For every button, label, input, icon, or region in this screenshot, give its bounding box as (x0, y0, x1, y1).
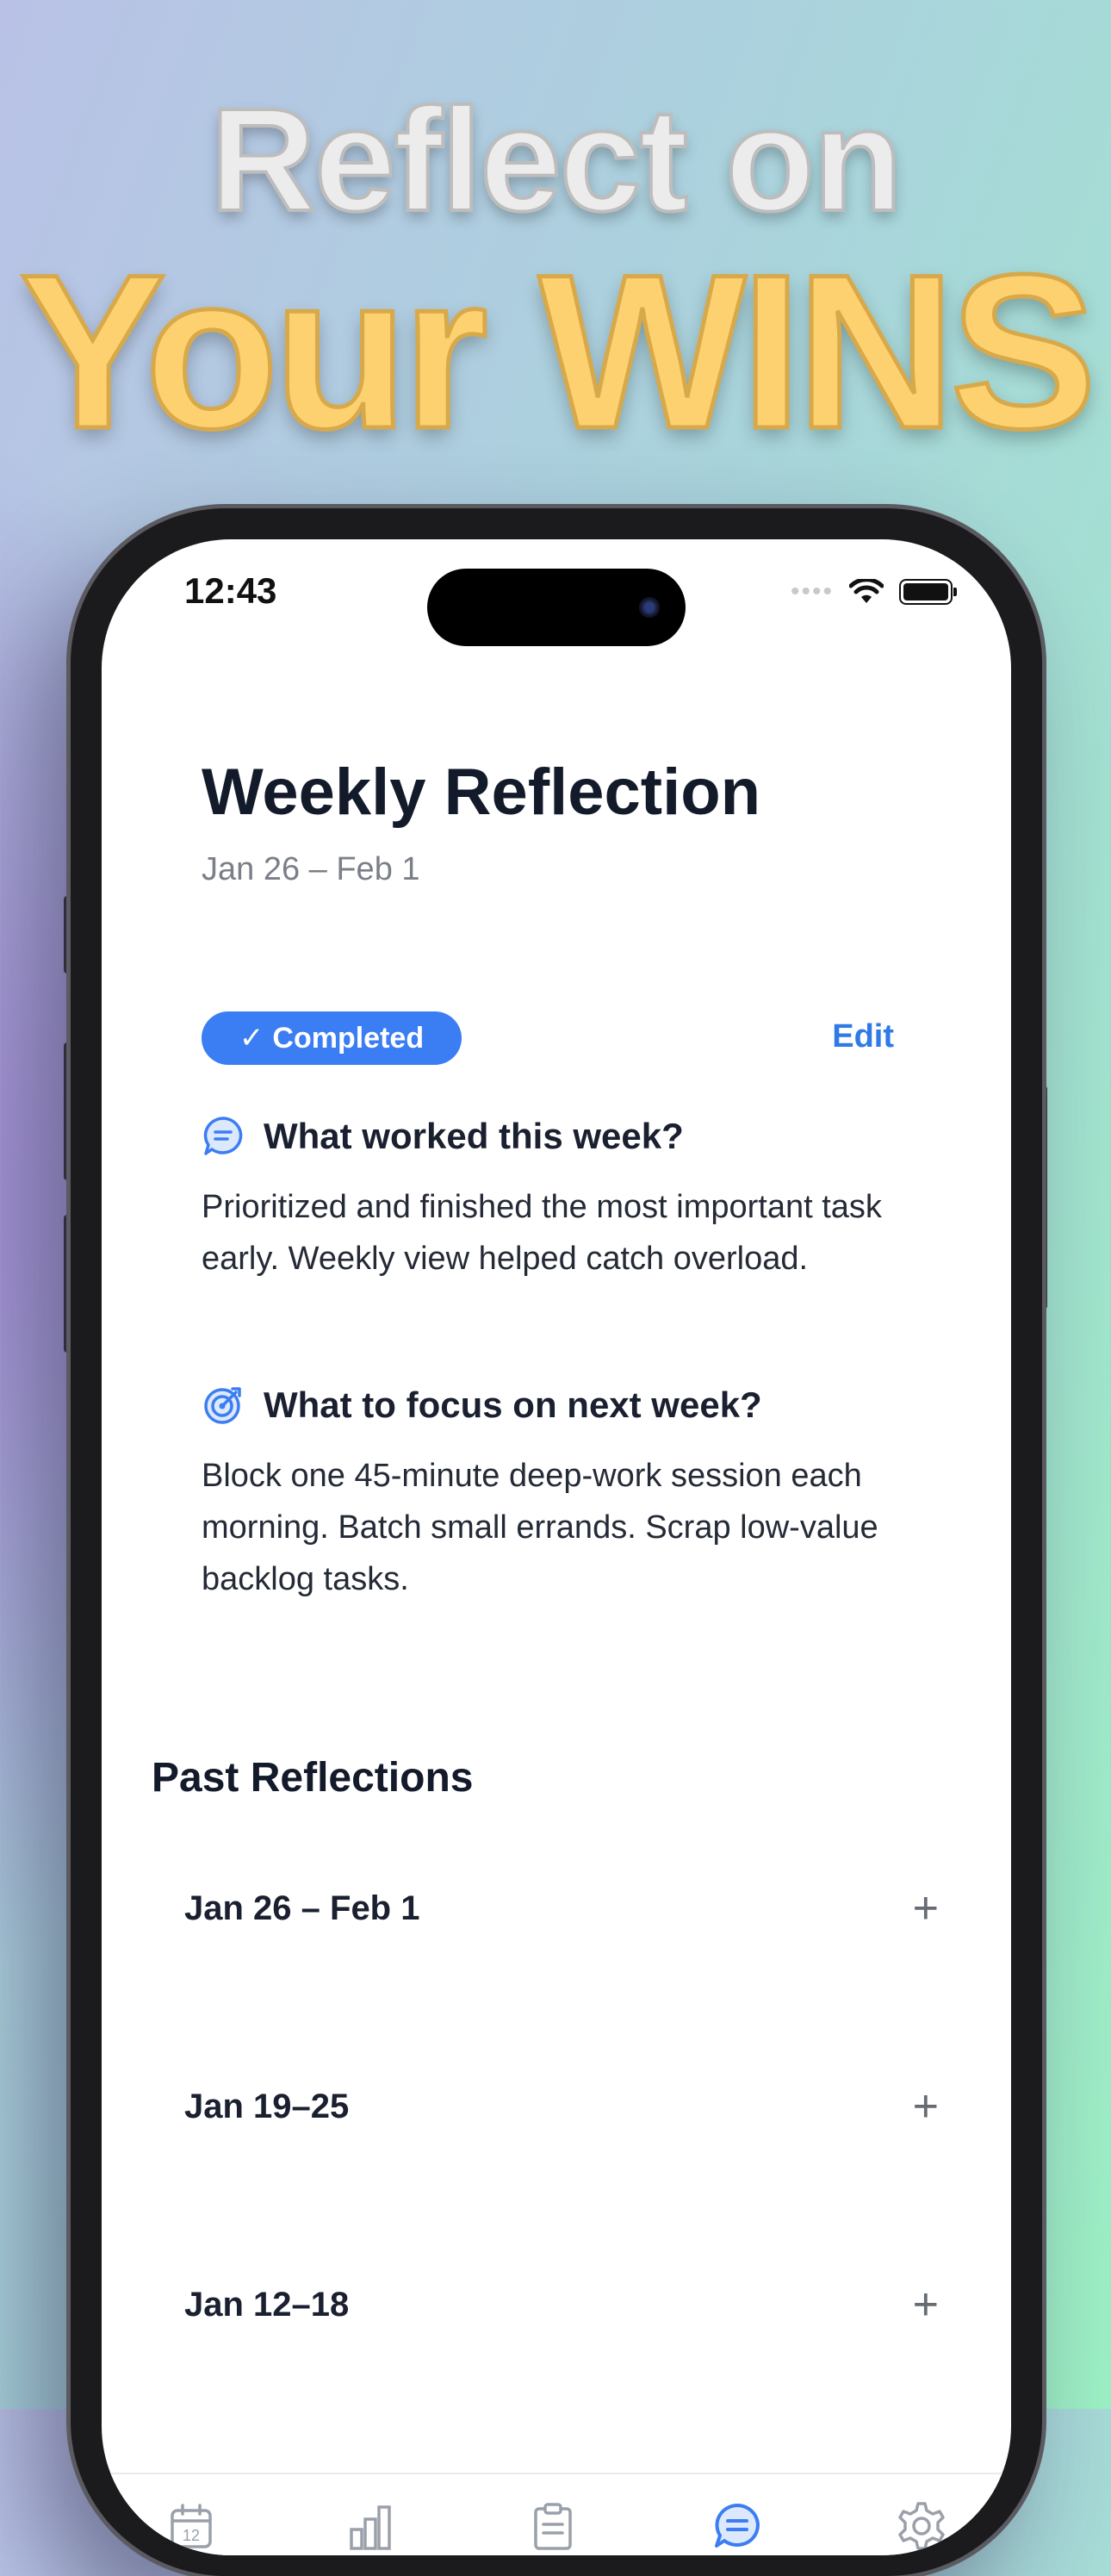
camera-icon (639, 597, 660, 618)
target-icon (204, 1387, 241, 1424)
date-range: Jan 26 – Feb 1 (202, 851, 420, 887)
status-indicators: •••• (790, 577, 957, 607)
question-title: What to focus on next week? (264, 1384, 762, 1425)
edit-button[interactable]: Edit (832, 1018, 894, 1055)
answer-text: Prioritized and finished the most import… (202, 1189, 882, 1277)
past-reflection-item[interactable]: Jan 26 – Feb 1 + (184, 1882, 939, 1934)
gear-icon (898, 2502, 945, 2550)
calendar-day-label: 12 (183, 2527, 200, 2544)
promo-headline-line1: Reflect on (208, 77, 904, 244)
app-screen: 12:43 •••• Weekly Reflection Jan 26 – Fe… (102, 539, 1011, 2555)
past-reflection-item[interactable]: Jan 19–25 + (184, 2081, 939, 2132)
signal-dots-icon: •••• (790, 577, 834, 606)
past-reflections-heading: Past Reflections (152, 1755, 474, 1801)
past-reflection-label: Jan 12–18 (184, 2285, 350, 2324)
question-focus: What to focus on next week? (202, 1384, 762, 1427)
bar-chart-icon (350, 2505, 391, 2550)
question-worked: What worked this week? (202, 1115, 684, 1158)
answer-text: Block one 45-minute deep-work session ea… (202, 1458, 878, 1597)
past-reflection-item[interactable]: Jan 12–18 + (184, 2279, 939, 2330)
phone-frame: 12:43 •••• Weekly Reflection Jan 26 – Fe… (71, 508, 1042, 2576)
expand-plus-icon[interactable]: + (913, 2084, 939, 2129)
status-time: 12:43 (184, 570, 277, 611)
question-title: What worked this week? (264, 1116, 684, 1156)
dynamic-island (427, 569, 686, 646)
battery-icon (899, 579, 957, 605)
tab-bar: 12 (102, 2473, 1011, 2555)
tab-stats[interactable] (344, 2500, 396, 2552)
calendar-icon: 12 (171, 2504, 212, 2548)
expand-plus-icon[interactable]: + (913, 2282, 939, 2327)
past-reflection-label: Jan 19–25 (184, 2087, 350, 2125)
past-reflection-label: Jan 26 – Feb 1 (184, 1888, 420, 1927)
promo-headline-line2: Your WINS (17, 227, 1099, 477)
check-icon: ✓ (239, 1022, 264, 1055)
tab-reflections[interactable] (711, 2500, 763, 2552)
clipboard-icon (534, 2503, 572, 2550)
tab-tasks[interactable] (527, 2500, 579, 2552)
chat-bubble-icon (203, 1117, 243, 1155)
status-badge-label: Completed (272, 1021, 425, 1055)
page-title: Weekly Reflection (202, 756, 761, 829)
wifi-icon (849, 579, 884, 603)
expand-plus-icon[interactable]: + (913, 1886, 939, 1931)
chat-bubble-icon (715, 2504, 760, 2548)
tab-settings[interactable] (896, 2500, 947, 2552)
tab-calendar[interactable]: 12 (165, 2500, 217, 2552)
status-badge: ✓ Completed (202, 1011, 462, 1065)
